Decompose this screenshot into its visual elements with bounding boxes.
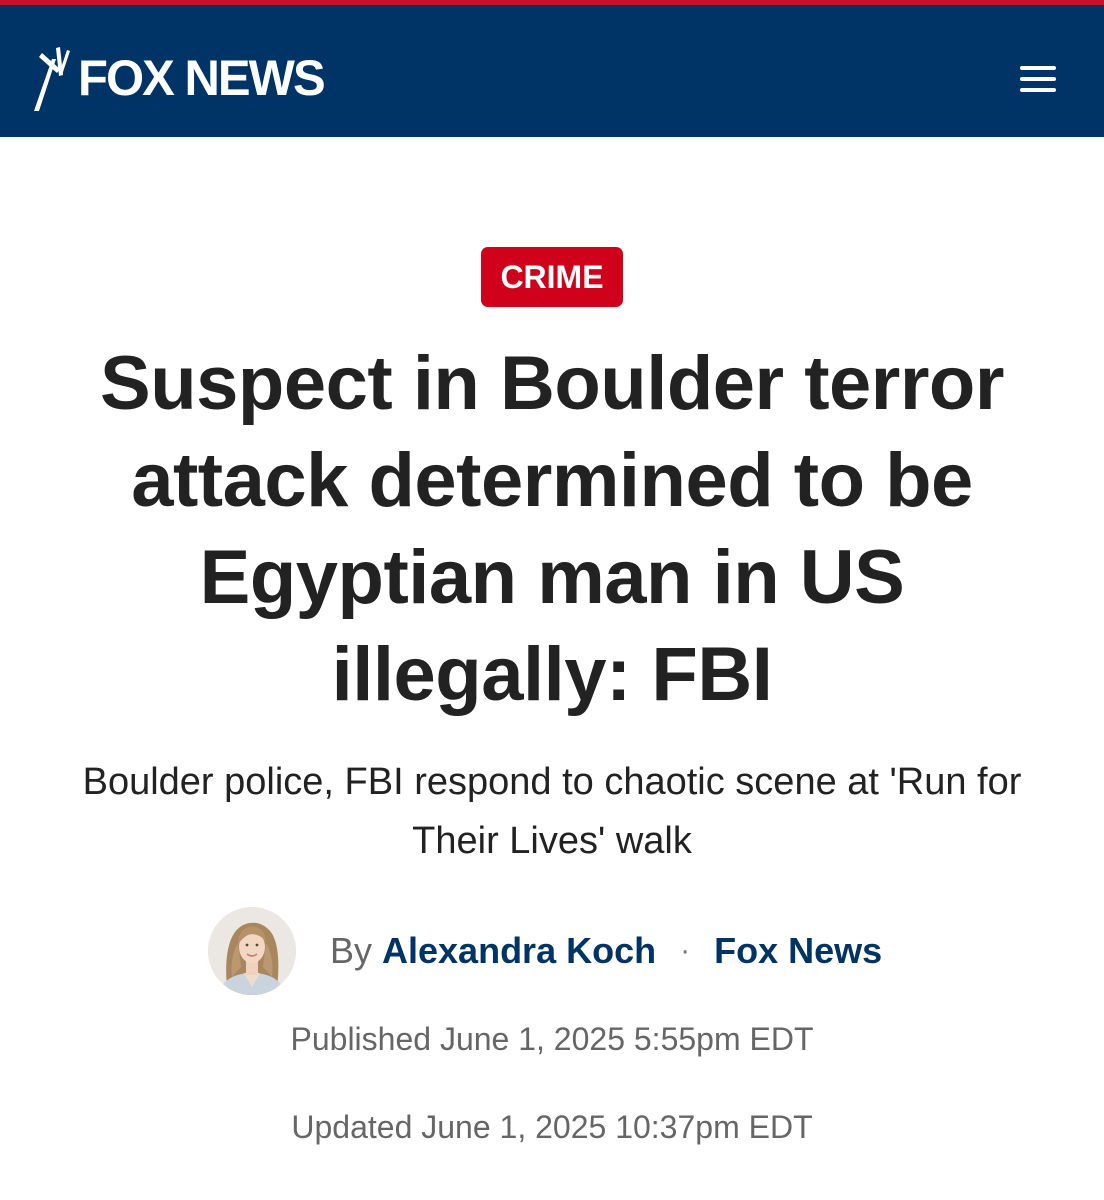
menu-line-top [1020,66,1056,70]
article-page: FOX NEWS CRIME Suspect in Boulder terror… [0,0,1104,1200]
byline-by-label: By [330,930,373,971]
source-link[interactable]: Fox News [714,930,882,972]
byline: By Alexandra Koch · Fox News [208,906,882,996]
site-header: FOX NEWS [0,0,1104,137]
menu-line-middle [1020,77,1056,81]
logo-wordmark: FOX NEWS [78,50,326,106]
category-badge[interactable]: CRIME [481,247,623,307]
byline-separator: · [680,934,691,967]
author-photo [208,907,296,995]
menu-line-bottom [1020,88,1056,92]
headline: Suspect in Boulder terror attack determi… [100,341,1004,717]
subheadline: Boulder police, FBI respond to chaotic s… [82,761,1022,862]
searchlight-logo-icon [34,47,70,111]
updated-timestamp: Updated June 1, 2025 10:37pm EDT [291,1109,813,1145]
author-avatar[interactable] [208,907,296,995]
fox-news-logo[interactable]: FOX NEWS [30,43,329,113]
published-timestamp: Published June 1, 2025 5:55pm EDT [290,1021,814,1057]
author-name-link[interactable]: Alexandra Koch [382,930,656,972]
hamburger-menu-icon[interactable] [1020,63,1056,93]
